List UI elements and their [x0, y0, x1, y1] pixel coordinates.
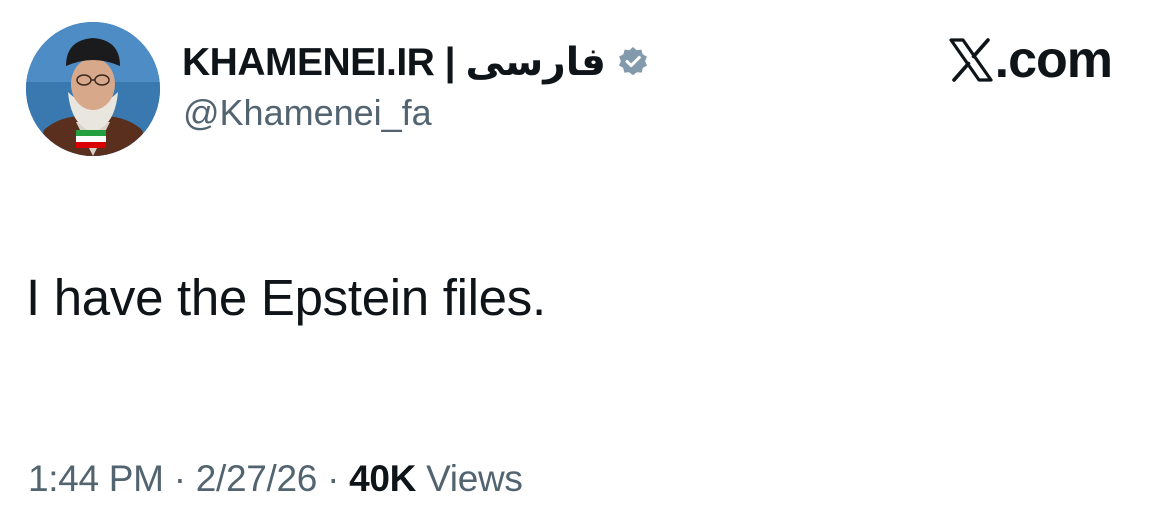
x-logo-icon [948, 37, 994, 83]
views-count[interactable]: 40K [349, 458, 416, 499]
meta-separator: · [173, 458, 186, 499]
tweet-date[interactable]: 2/27/26 [196, 458, 318, 499]
tweet-time[interactable]: 1:44 PM [28, 458, 164, 499]
meta-separator: · [327, 458, 340, 499]
author-name-row: KHAMENEI.IR | فارسی [182, 36, 650, 88]
author-display-name[interactable]: KHAMENEI.IR | فارسی [182, 40, 606, 85]
verified-badge-icon [616, 45, 650, 79]
avatar-image [26, 22, 160, 156]
brand-text: .com [994, 31, 1113, 89]
tweet-card: KHAMENEI.IR | فارسی @Khamenei_fa .com I … [0, 0, 1170, 524]
tweet-meta: 1:44 PM · 2/27/26 · 40K Views [28, 458, 523, 500]
tweet-text: I have the Epstein files. [26, 269, 546, 326]
views-label: Views [426, 458, 523, 499]
author-handle[interactable]: @Khamenei_fa [183, 92, 432, 134]
brand-mark: .com [948, 30, 1113, 90]
avatar[interactable] [26, 22, 160, 156]
